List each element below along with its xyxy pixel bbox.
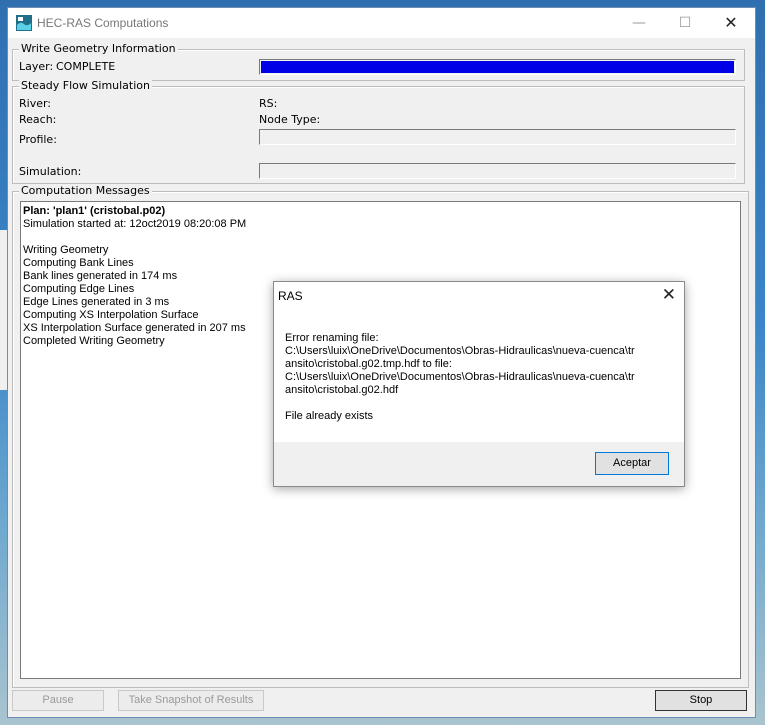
message-line: Simulation started at: 12oct2019 08:20:0…	[23, 218, 247, 230]
title-bar[interactable]: HEC-RAS Computations — ☐ ✕	[8, 8, 755, 38]
dialog-message-line: Error renaming file:	[285, 332, 379, 344]
hec-ras-app-icon	[16, 15, 32, 31]
write-geometry-progress-bar	[259, 59, 736, 75]
message-line	[23, 231, 738, 244]
layer-value: COMPLETE	[56, 60, 116, 73]
message-line: Plan: 'plan1' (cristobal.p02)	[23, 205, 166, 217]
take-snapshot-button[interactable]: Take Snapshot of Results	[118, 690, 264, 711]
river-label: River:	[19, 97, 52, 110]
aceptar-button[interactable]: Aceptar	[595, 452, 669, 475]
message-line: Writing Geometry	[23, 244, 109, 256]
profile-progress-bar	[259, 129, 736, 145]
dialog-message-line: ansito\cristobal.g02.hdf	[285, 384, 399, 396]
dialog-title: RAS	[278, 289, 303, 303]
message-line: Computing Bank Lines	[23, 257, 134, 269]
minimize-icon[interactable]: —	[616, 8, 662, 38]
ras-error-dialog: RAS ✕ Error renaming file: C:\Users\luix\…	[273, 281, 685, 487]
write-geometry-legend: Write Geometry Information	[19, 42, 178, 55]
stop-button[interactable]: Stop	[655, 690, 747, 711]
window-title: HEC-RAS Computations	[37, 16, 169, 30]
dialog-message: Error renaming file: C:\Users\luix\OneDri…	[285, 332, 665, 423]
reach-label: Reach:	[19, 113, 57, 126]
profile-label: Profile:	[19, 133, 57, 146]
dialog-message-line: C:\Users\luix\OneDrive\Documentos\Obras-…	[285, 371, 635, 383]
simulation-progress-bar	[259, 163, 736, 179]
dialog-message-line: C:\Users\luix\OneDrive\Documentos\Obras-…	[285, 345, 635, 357]
dialog-close-icon[interactable]: ✕	[662, 285, 676, 305]
rs-label: RS:	[259, 97, 278, 110]
steady-flow-legend: Steady Flow Simulation	[19, 79, 152, 92]
dialog-message-line: File already exists	[285, 410, 374, 422]
maximize-icon[interactable]: ☐	[662, 8, 708, 38]
steady-flow-group: Steady Flow Simulation River: RS: Reach:…	[12, 79, 745, 184]
write-geometry-progress-fill	[261, 61, 734, 73]
dialog-message-line: ansito\cristobal.g02.tmp.hdf to file:	[285, 358, 452, 370]
dialog-message-line	[285, 397, 665, 410]
node-type-label: Node Type:	[259, 113, 321, 126]
dialog-footer: Aceptar	[274, 442, 684, 486]
write-geometry-group: Write Geometry Information Layer: COMPLE…	[12, 42, 745, 81]
pause-button[interactable]: Pause	[12, 690, 104, 711]
computation-messages-legend: Computation Messages	[19, 184, 152, 197]
layer-label: Layer:	[19, 60, 54, 73]
simulation-label: Simulation:	[19, 165, 82, 178]
close-icon[interactable]: ✕	[708, 8, 754, 38]
